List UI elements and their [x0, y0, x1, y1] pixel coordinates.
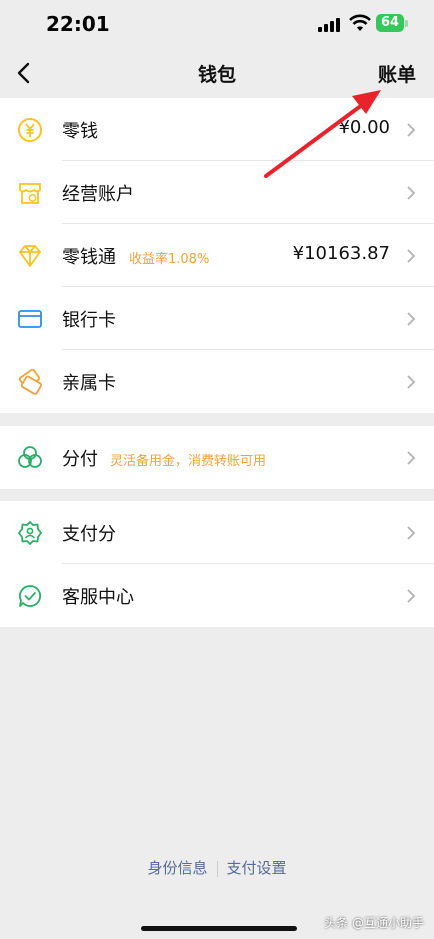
wallet-group-1: 零钱 ¥0.00 经营账户 零钱通 收益率1.08% ¥10163.87 银行卡	[0, 98, 434, 413]
chat-check-icon	[19, 585, 42, 607]
battery-tip	[405, 20, 408, 27]
row-label: 亲属卡	[62, 373, 116, 394]
family-card-icon	[18, 369, 42, 395]
yuan-coin-icon	[18, 118, 42, 142]
row-label: 零钱	[62, 121, 98, 142]
home-indicator	[141, 926, 297, 931]
row-value: ¥10163.87	[292, 243, 390, 264]
wifi-icon	[349, 14, 371, 31]
footer-links: 身份信息 支付设置	[0, 857, 434, 878]
row-lingqiantong[interactable]: 零钱通 收益率1.08% ¥10163.87	[0, 224, 434, 287]
row-label: 零钱通	[62, 247, 116, 268]
identity-info-link[interactable]: 身份信息	[147, 859, 207, 877]
card-icon	[18, 310, 42, 328]
chevron-right-icon	[407, 123, 416, 137]
fenfu-tag: 灵活备用金，消费转账可用	[110, 454, 267, 469]
row-service-center[interactable]: 客服中心	[0, 564, 434, 627]
cellular-signal-icon	[318, 16, 342, 32]
page-title: 钱包	[197, 64, 236, 86]
row-label: 分付	[62, 449, 98, 470]
row-change[interactable]: 零钱 ¥0.00	[0, 98, 434, 161]
row-fenfu[interactable]: 分付 灵活备用金，消费转账可用	[0, 426, 434, 489]
footer-divider	[216, 860, 218, 877]
chevron-right-icon	[407, 526, 416, 540]
fenfu-icon	[18, 446, 42, 468]
wallet-group-2: 分付 灵活备用金，消费转账可用	[0, 426, 434, 489]
battery-icon: 64	[376, 14, 404, 32]
status-bar: 22:01 64	[0, 0, 434, 48]
pay-settings-link[interactable]: 支付设置	[227, 859, 287, 877]
row-label: 支付分	[62, 524, 116, 545]
chevron-right-icon	[407, 186, 416, 200]
row-family-card[interactable]: 亲属卡	[0, 350, 434, 413]
row-bank-card[interactable]: 银行卡	[0, 287, 434, 350]
clock: 22:01	[46, 12, 110, 36]
row-label: 客服中心	[62, 587, 134, 608]
badge-icon	[18, 521, 42, 545]
nav-bar: 钱包 账单	[0, 48, 434, 98]
store-icon	[19, 183, 41, 204]
chevron-right-icon	[407, 451, 416, 465]
chevron-right-icon	[407, 589, 416, 603]
diamond-icon	[19, 245, 41, 267]
watermark: 头条 @互通小助手	[324, 916, 424, 930]
bill-button[interactable]: 账单	[378, 60, 416, 87]
chevron-right-icon	[407, 375, 416, 389]
wallet-group-3: 支付分 客服中心	[0, 501, 434, 627]
row-value: ¥0.00	[338, 117, 390, 138]
chevron-right-icon	[407, 249, 416, 263]
row-business-account[interactable]: 经营账户	[0, 161, 434, 224]
chevron-right-icon	[407, 312, 416, 326]
row-label: 经营账户	[62, 184, 134, 205]
yield-rate-tag: 收益率1.08%	[129, 252, 210, 267]
row-label: 银行卡	[62, 310, 116, 331]
row-pay-score[interactable]: 支付分	[0, 501, 434, 564]
